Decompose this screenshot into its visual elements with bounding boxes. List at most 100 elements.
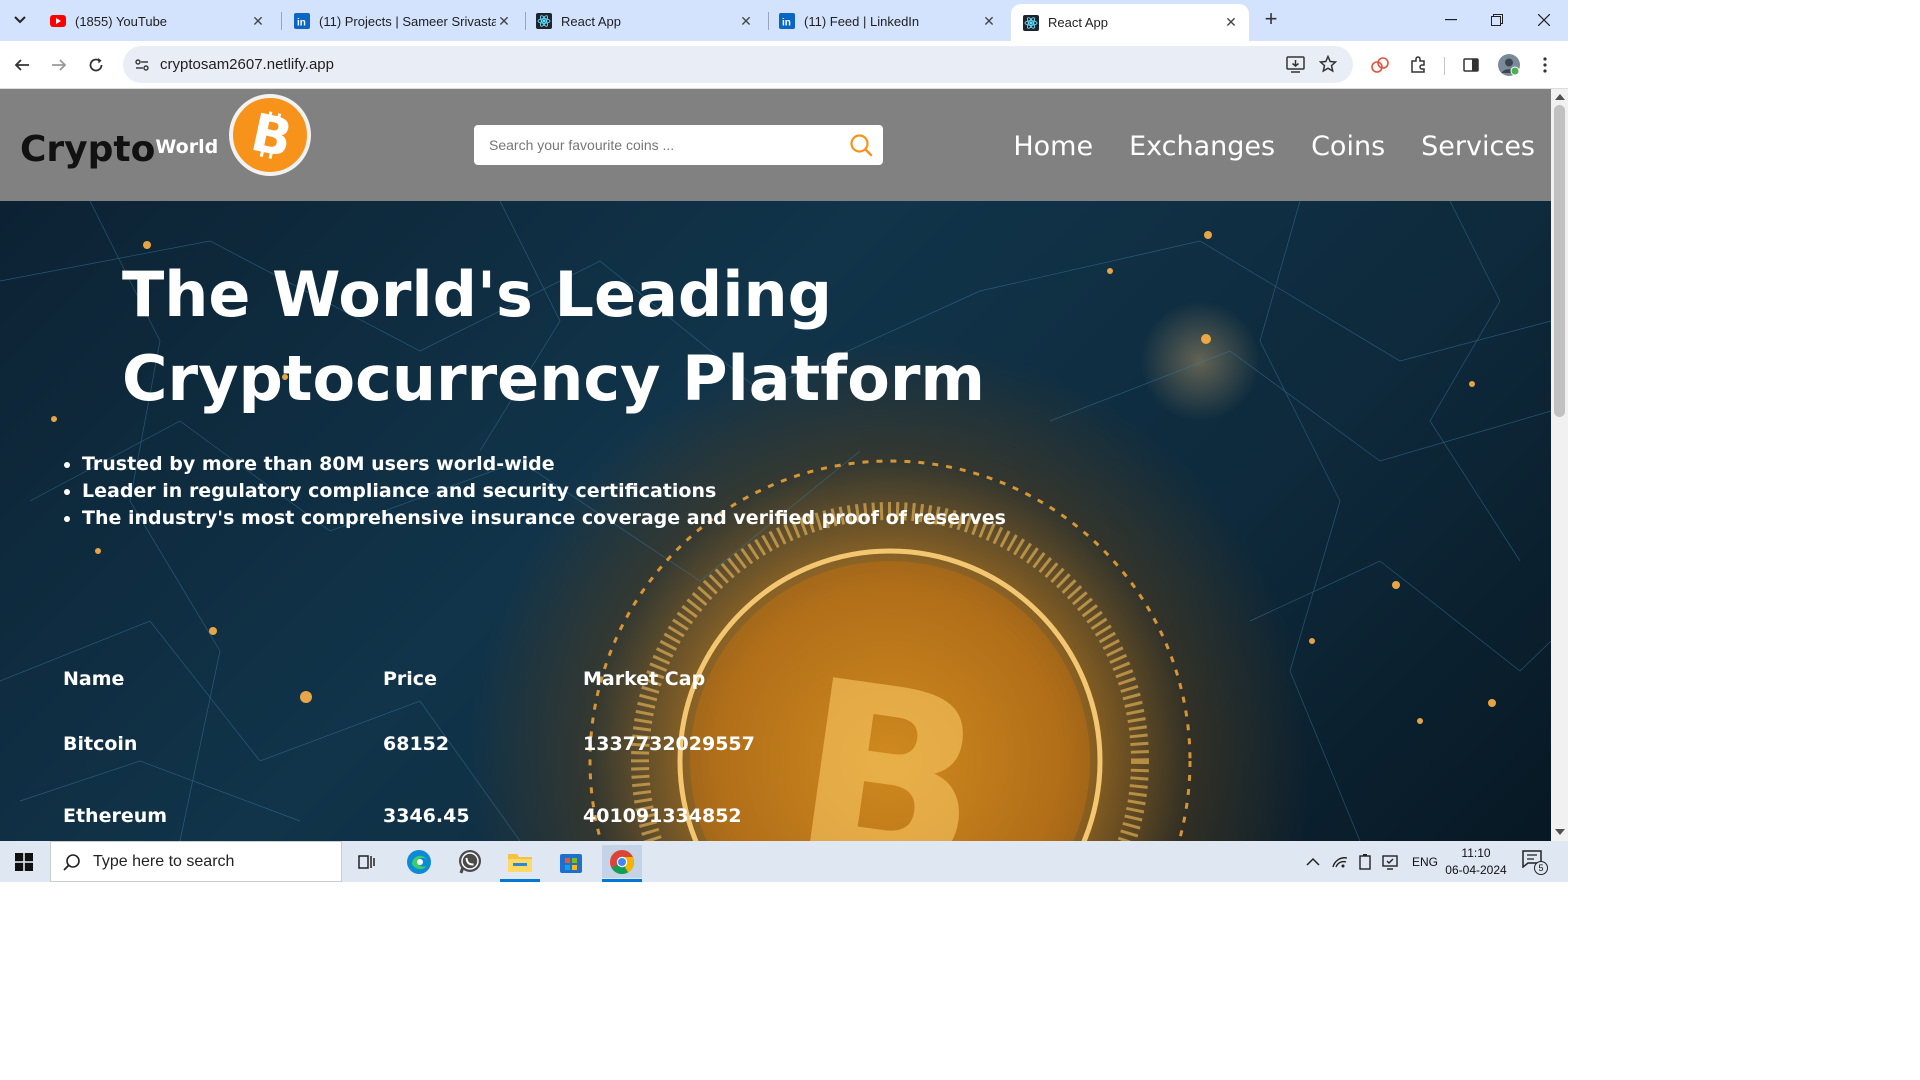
- tab-title: (11) Projects | Sameer Srivastava: [319, 13, 496, 29]
- react-icon: [536, 13, 552, 29]
- site-nav: Home Exchanges Coins Services: [1013, 131, 1535, 162]
- extensions-menu-button[interactable]: [1404, 51, 1432, 79]
- tab-title: (1855) YouTube: [75, 13, 168, 29]
- address-bar[interactable]: cryptosam2607.netlify.app: [123, 46, 1353, 83]
- extension-button[interactable]: [1366, 51, 1394, 79]
- chevron-down-icon: [14, 16, 26, 24]
- nav-coins[interactable]: Coins: [1311, 131, 1385, 162]
- site-info-icon[interactable]: [134, 57, 150, 73]
- tab-react-app[interactable]: React App ✕: [524, 6, 764, 36]
- hero-section: B The World's Leading Cryptocurrency Pla…: [0, 201, 1551, 841]
- arrow-right-icon: [52, 59, 67, 71]
- browser-tabstrip: (1855) YouTube ✕ in (11) Projects | Same…: [0, 0, 1568, 41]
- svg-text:in: in: [297, 18, 306, 29]
- close-icon[interactable]: ✕: [1223, 14, 1239, 31]
- tab-linkedin-projects[interactable]: in (11) Projects | Sameer Srivastava ✕: [282, 6, 522, 36]
- task-view-button[interactable]: [347, 845, 387, 878]
- file-explorer-taskbar-button[interactable]: [500, 845, 540, 882]
- tab-title: React App: [561, 13, 621, 29]
- nav-services[interactable]: Services: [1421, 131, 1535, 162]
- coin-search-input[interactable]: [474, 125, 834, 165]
- hero-bullet: The industry's most comprehensive insura…: [82, 505, 1006, 532]
- tab-linkedin-feed[interactable]: in (11) Feed | LinkedIn ✕: [767, 6, 1007, 36]
- side-panel-button[interactable]: [1457, 51, 1485, 79]
- tab-youtube[interactable]: (1855) YouTube ✕: [38, 6, 276, 36]
- bookmark-star-icon[interactable]: [1319, 55, 1337, 73]
- forward-button[interactable]: [45, 51, 73, 79]
- browser-menu-button[interactable]: [1531, 51, 1559, 79]
- notification-center-button[interactable]: 5: [1522, 850, 1550, 876]
- coin-name: Ethereum: [63, 805, 168, 827]
- more-vertical-icon: [1543, 57, 1547, 73]
- bitcoin-logo-icon: B: [229, 94, 311, 176]
- toolbar-divider: [1444, 57, 1445, 75]
- start-button[interactable]: [0, 841, 48, 882]
- linkedin-icon: in: [294, 13, 310, 29]
- meet-now-icon[interactable]: [1382, 854, 1398, 870]
- nav-exchanges[interactable]: Exchanges: [1129, 131, 1275, 162]
- reload-button[interactable]: [82, 51, 110, 79]
- chrome-taskbar-button[interactable]: [602, 845, 642, 882]
- edge-icon: [407, 849, 431, 874]
- taskbar-clock[interactable]: 11:10 06-04-2024: [1440, 845, 1512, 879]
- clock-date: 06-04-2024: [1445, 863, 1507, 877]
- install-app-icon[interactable]: [1286, 55, 1305, 74]
- windows-taskbar: Type here to search ENG 11:10 06-04-2024…: [0, 841, 1568, 882]
- back-button[interactable]: [8, 51, 36, 79]
- close-window-button[interactable]: [1521, 6, 1567, 34]
- table-row[interactable]: Ethereum 3346.45 401091334852: [63, 780, 883, 841]
- brand-name: Crypto: [20, 129, 156, 170]
- scrollbar-thumb[interactable]: [1554, 105, 1565, 417]
- nav-home[interactable]: Home: [1013, 131, 1093, 162]
- scroll-down-arrow-icon[interactable]: [1555, 829, 1565, 835]
- hero-bullet-list: Trusted by more than 80M users world-wid…: [82, 451, 1006, 532]
- tab-title: (11) Feed | LinkedIn: [804, 13, 920, 29]
- svg-text:in: in: [782, 18, 791, 29]
- youtube-icon: [50, 13, 66, 29]
- close-icon: [1538, 14, 1550, 26]
- profile-button[interactable]: [1495, 51, 1523, 79]
- whatsapp-taskbar-button[interactable]: [450, 845, 490, 878]
- network-icon[interactable]: [1332, 855, 1348, 869]
- coin-search: [474, 125, 883, 165]
- column-header-name: Name: [63, 668, 125, 690]
- tab-title: React App: [1048, 15, 1108, 30]
- scroll-up-arrow-icon[interactable]: [1555, 94, 1565, 100]
- close-icon[interactable]: ✕: [250, 13, 266, 30]
- hero-title: The World's Leading Cryptocurrency Platf…: [122, 258, 986, 415]
- brand-suffix: World: [155, 136, 219, 158]
- close-icon[interactable]: ✕: [981, 13, 997, 30]
- battery-icon[interactable]: [1358, 853, 1372, 870]
- site-logo-text[interactable]: CryptoWorld: [20, 129, 218, 170]
- chevron-up-icon[interactable]: [1306, 857, 1320, 867]
- tab-search-button[interactable]: [8, 8, 32, 32]
- table-row[interactable]: Bitcoin 68152 1337732029557: [63, 708, 883, 780]
- close-icon[interactable]: ✕: [496, 13, 512, 30]
- coin-price-table: Name Price Market Cap Bitcoin 68152 1337…: [63, 666, 883, 841]
- folder-icon: [508, 853, 532, 872]
- coin-market-cap: 401091334852: [583, 805, 742, 827]
- search-icon[interactable]: [849, 133, 873, 157]
- extension-logo-icon: [1371, 57, 1389, 73]
- hero-bullet: Leader in regulatory compliance and secu…: [82, 478, 1006, 505]
- tab-react-app-active[interactable]: React App ✕: [1011, 4, 1249, 41]
- search-icon: [63, 853, 80, 871]
- table-header-row: Name Price Market Cap: [63, 666, 883, 708]
- column-header-price: Price: [383, 668, 437, 690]
- coin-market-cap: 1337732029557: [583, 733, 755, 755]
- minimize-button[interactable]: [1428, 6, 1474, 34]
- edge-taskbar-button[interactable]: [399, 845, 439, 878]
- puzzle-icon: [1411, 56, 1425, 73]
- coin-price: 68152: [383, 733, 450, 755]
- restore-button[interactable]: [1474, 6, 1520, 34]
- new-tab-button[interactable]: +: [1259, 8, 1283, 32]
- input-language[interactable]: ENG: [1412, 855, 1438, 869]
- react-icon: [1023, 14, 1039, 31]
- windows-logo-icon: [15, 852, 33, 871]
- column-header-market-cap: Market Cap: [583, 668, 706, 690]
- close-icon[interactable]: ✕: [738, 13, 754, 30]
- taskbar-search-placeholder: Type here to search: [93, 852, 235, 870]
- store-taskbar-button[interactable]: [551, 845, 591, 878]
- page-scrollbar[interactable]: [1551, 89, 1568, 841]
- taskbar-search[interactable]: Type here to search: [50, 841, 342, 882]
